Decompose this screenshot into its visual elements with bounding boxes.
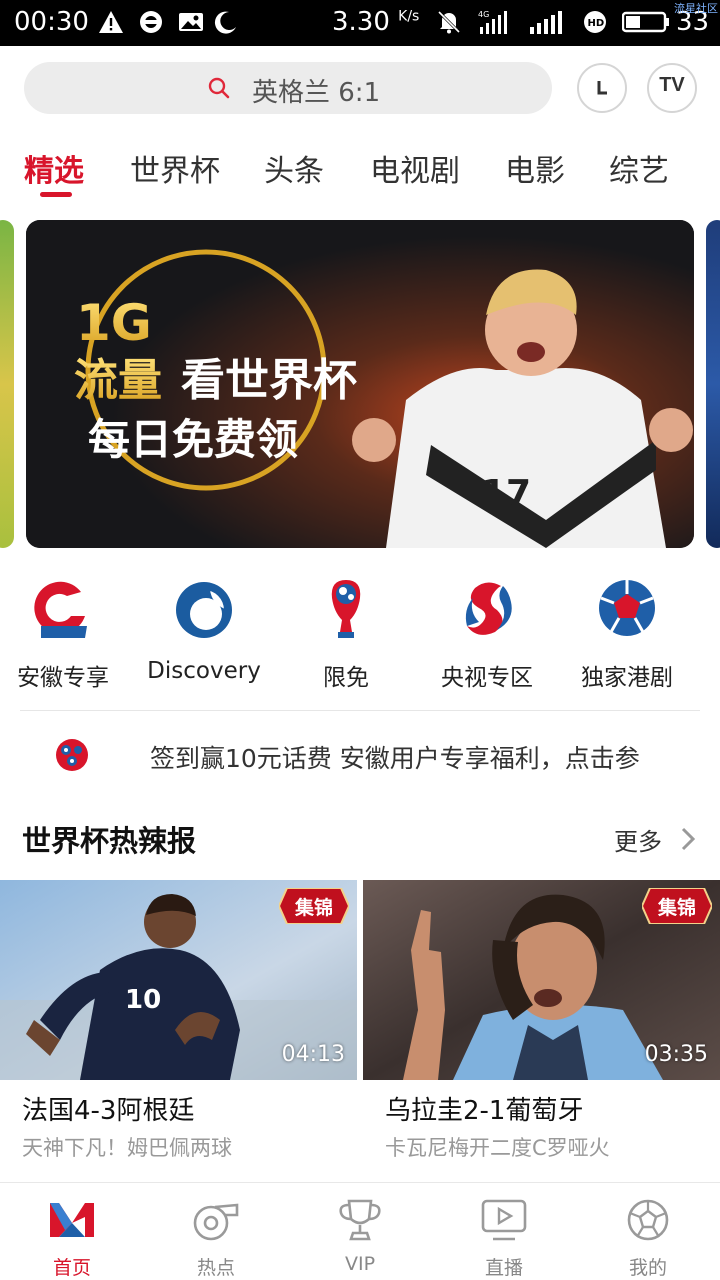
banner-headline-traffic: 流量 bbox=[74, 355, 162, 406]
video-card[interactable]: 10 集锦 04:13 法国4-3阿根廷 天神下凡！姆巴佩两球 bbox=[0, 880, 357, 1170]
search-bar[interactable]: 英格兰 6:1 bbox=[24, 62, 552, 114]
nav-label: 我的 bbox=[628, 1257, 667, 1279]
home-logo-icon bbox=[50, 1203, 94, 1237]
tvb-ball-icon bbox=[599, 580, 655, 636]
watermark-text: 流星社区 bbox=[674, 2, 718, 15]
live-tv-icon bbox=[481, 1199, 527, 1241]
svg-text:HD: HD bbox=[588, 18, 605, 29]
signal-4g-icon: 4G bbox=[478, 10, 507, 34]
banner-headline-daily: 每日免费领 bbox=[88, 415, 298, 464]
nav-home[interactable]: 首页 bbox=[0, 1183, 144, 1280]
tv-button-label: TV bbox=[659, 74, 685, 96]
image-icon bbox=[179, 13, 203, 31]
mute-icon bbox=[437, 10, 461, 34]
notice-bar[interactable]: 签到赢10元话费 安徽用户专享福利，点击参 bbox=[0, 726, 720, 786]
shortcut-label: 央视专区 bbox=[441, 665, 533, 691]
nav-label: 热点 bbox=[196, 1257, 235, 1279]
nav-vip[interactable]: VIP bbox=[288, 1183, 432, 1280]
shortcut-label: 独家港剧 bbox=[581, 665, 673, 691]
section-divider bbox=[20, 710, 700, 711]
world-cup-trophy-icon bbox=[331, 580, 361, 638]
shortcut-label: Discovery bbox=[147, 658, 261, 684]
video-card[interactable]: 集锦 03:35 乌拉圭2-1葡萄牙 卡瓦尼梅开二度C罗哑火 bbox=[363, 880, 720, 1170]
tab-tv-series[interactable]: 电视剧 bbox=[370, 146, 460, 190]
signal-icon bbox=[530, 11, 562, 34]
banner-headline-watch: 看世界杯 bbox=[181, 355, 357, 406]
shortcut-row: 安徽专享 Discovery 限免 央视专区 独家港剧 bbox=[0, 570, 720, 700]
anhui-logo-icon bbox=[34, 581, 87, 638]
cctv-logo-icon bbox=[465, 582, 512, 635]
tab-variety[interactable]: 综艺 bbox=[609, 146, 669, 190]
video-duration: 03:35 bbox=[644, 1042, 708, 1067]
nav-profile[interactable]: 我的 bbox=[576, 1183, 720, 1280]
shortcut-anhui[interactable]: 安徽专享 bbox=[0, 570, 133, 700]
video-duration: 04:13 bbox=[281, 1042, 345, 1067]
player-fist-right bbox=[649, 408, 693, 452]
nav-live[interactable]: 直播 bbox=[432, 1183, 576, 1280]
search-icon bbox=[208, 77, 230, 99]
app-notification-icon bbox=[140, 11, 162, 33]
banner-jersey-number: 17 bbox=[481, 473, 531, 514]
more-link[interactable]: 更多 bbox=[614, 822, 662, 857]
player-jersey-number: 10 bbox=[125, 985, 161, 1015]
shortcut-label: 限免 bbox=[323, 665, 369, 691]
warning-icon bbox=[99, 11, 123, 33]
shortcut-label: 安徽专享 bbox=[17, 665, 109, 691]
highlights-badge-label: 集锦 bbox=[657, 897, 696, 919]
promo-banner[interactable]: 17 1G 流量 看世界杯 每日免费领 bbox=[26, 220, 694, 548]
tab-world-cup[interactable]: 世界杯 bbox=[130, 146, 220, 190]
notice-text: 签到赢10元话费 安徽用户专享福利，点击参 bbox=[150, 744, 640, 773]
player-fist-left bbox=[352, 418, 396, 462]
video-thumbnail: 10 集锦 04:13 bbox=[0, 880, 357, 1080]
shortcut-discovery[interactable]: Discovery bbox=[134, 570, 274, 700]
tab-headlines[interactable]: 头条 bbox=[264, 146, 324, 190]
active-tab-indicator bbox=[40, 192, 72, 197]
shortcut-cctv[interactable]: 央视专区 bbox=[417, 570, 557, 700]
video-subtitle: 卡瓦尼梅开二度C罗哑火 bbox=[385, 1136, 610, 1160]
chevron-right-icon[interactable] bbox=[680, 826, 696, 852]
net-speed: 3.30 K/s bbox=[332, 7, 420, 37]
video-title: 法国4-3阿根廷 bbox=[22, 1096, 195, 1126]
banner-headline-1g: 1G bbox=[76, 294, 152, 352]
tab-movies[interactable]: 电影 bbox=[505, 146, 565, 190]
category-tabs: 精选 世界杯 头条 电视剧 电影 综艺 bbox=[0, 140, 720, 200]
network-type-text: 4G bbox=[478, 10, 489, 19]
nav-label: 直播 bbox=[484, 1257, 523, 1279]
highlights-badge-label: 集锦 bbox=[294, 897, 333, 919]
nav-label: VIP bbox=[344, 1253, 376, 1275]
shortcut-free[interactable]: 限免 bbox=[276, 570, 416, 700]
nav-trending[interactable]: 热点 bbox=[144, 1183, 288, 1280]
moon-icon bbox=[214, 11, 236, 34]
bottom-navigation: 首页 热点 VIP 直播 我的 bbox=[0, 1182, 720, 1280]
hd-icon: HD bbox=[584, 11, 606, 33]
world-cup-ball-icon bbox=[56, 739, 88, 771]
video-thumbnail: 集锦 03:35 bbox=[363, 880, 720, 1080]
trophy-icon bbox=[339, 1199, 381, 1241]
shortcut-hk-drama[interactable]: 独家港剧 bbox=[557, 570, 697, 700]
banner-artwork: 17 1G 流量 看世界杯 每日免费领 bbox=[26, 220, 694, 548]
history-button[interactable]: L bbox=[577, 63, 627, 113]
video-subtitle: 天神下凡！姆巴佩两球 bbox=[22, 1136, 232, 1160]
discovery-logo-icon bbox=[176, 582, 232, 638]
banner-next-peek[interactable] bbox=[706, 220, 720, 548]
battery-icon bbox=[622, 11, 669, 33]
tv-button[interactable]: TV bbox=[647, 63, 697, 113]
banner-prev-peek[interactable] bbox=[0, 220, 14, 548]
whistle-icon bbox=[193, 1203, 239, 1241]
search-placeholder: 英格兰 6:1 bbox=[252, 78, 381, 108]
history-clock-icon bbox=[597, 81, 607, 95]
tab-featured[interactable]: 精选 bbox=[24, 146, 84, 190]
video-title: 乌拉圭2-1葡萄牙 bbox=[385, 1096, 584, 1126]
section-title: 世界杯热辣报 bbox=[22, 824, 197, 858]
nav-label: 首页 bbox=[52, 1257, 91, 1279]
status-time: 00:30 bbox=[14, 7, 89, 37]
soccer-ball-icon bbox=[627, 1199, 669, 1241]
status-bar: 00:30 3.30 K/s 4G HD 33 流星社区 bbox=[0, 0, 720, 46]
